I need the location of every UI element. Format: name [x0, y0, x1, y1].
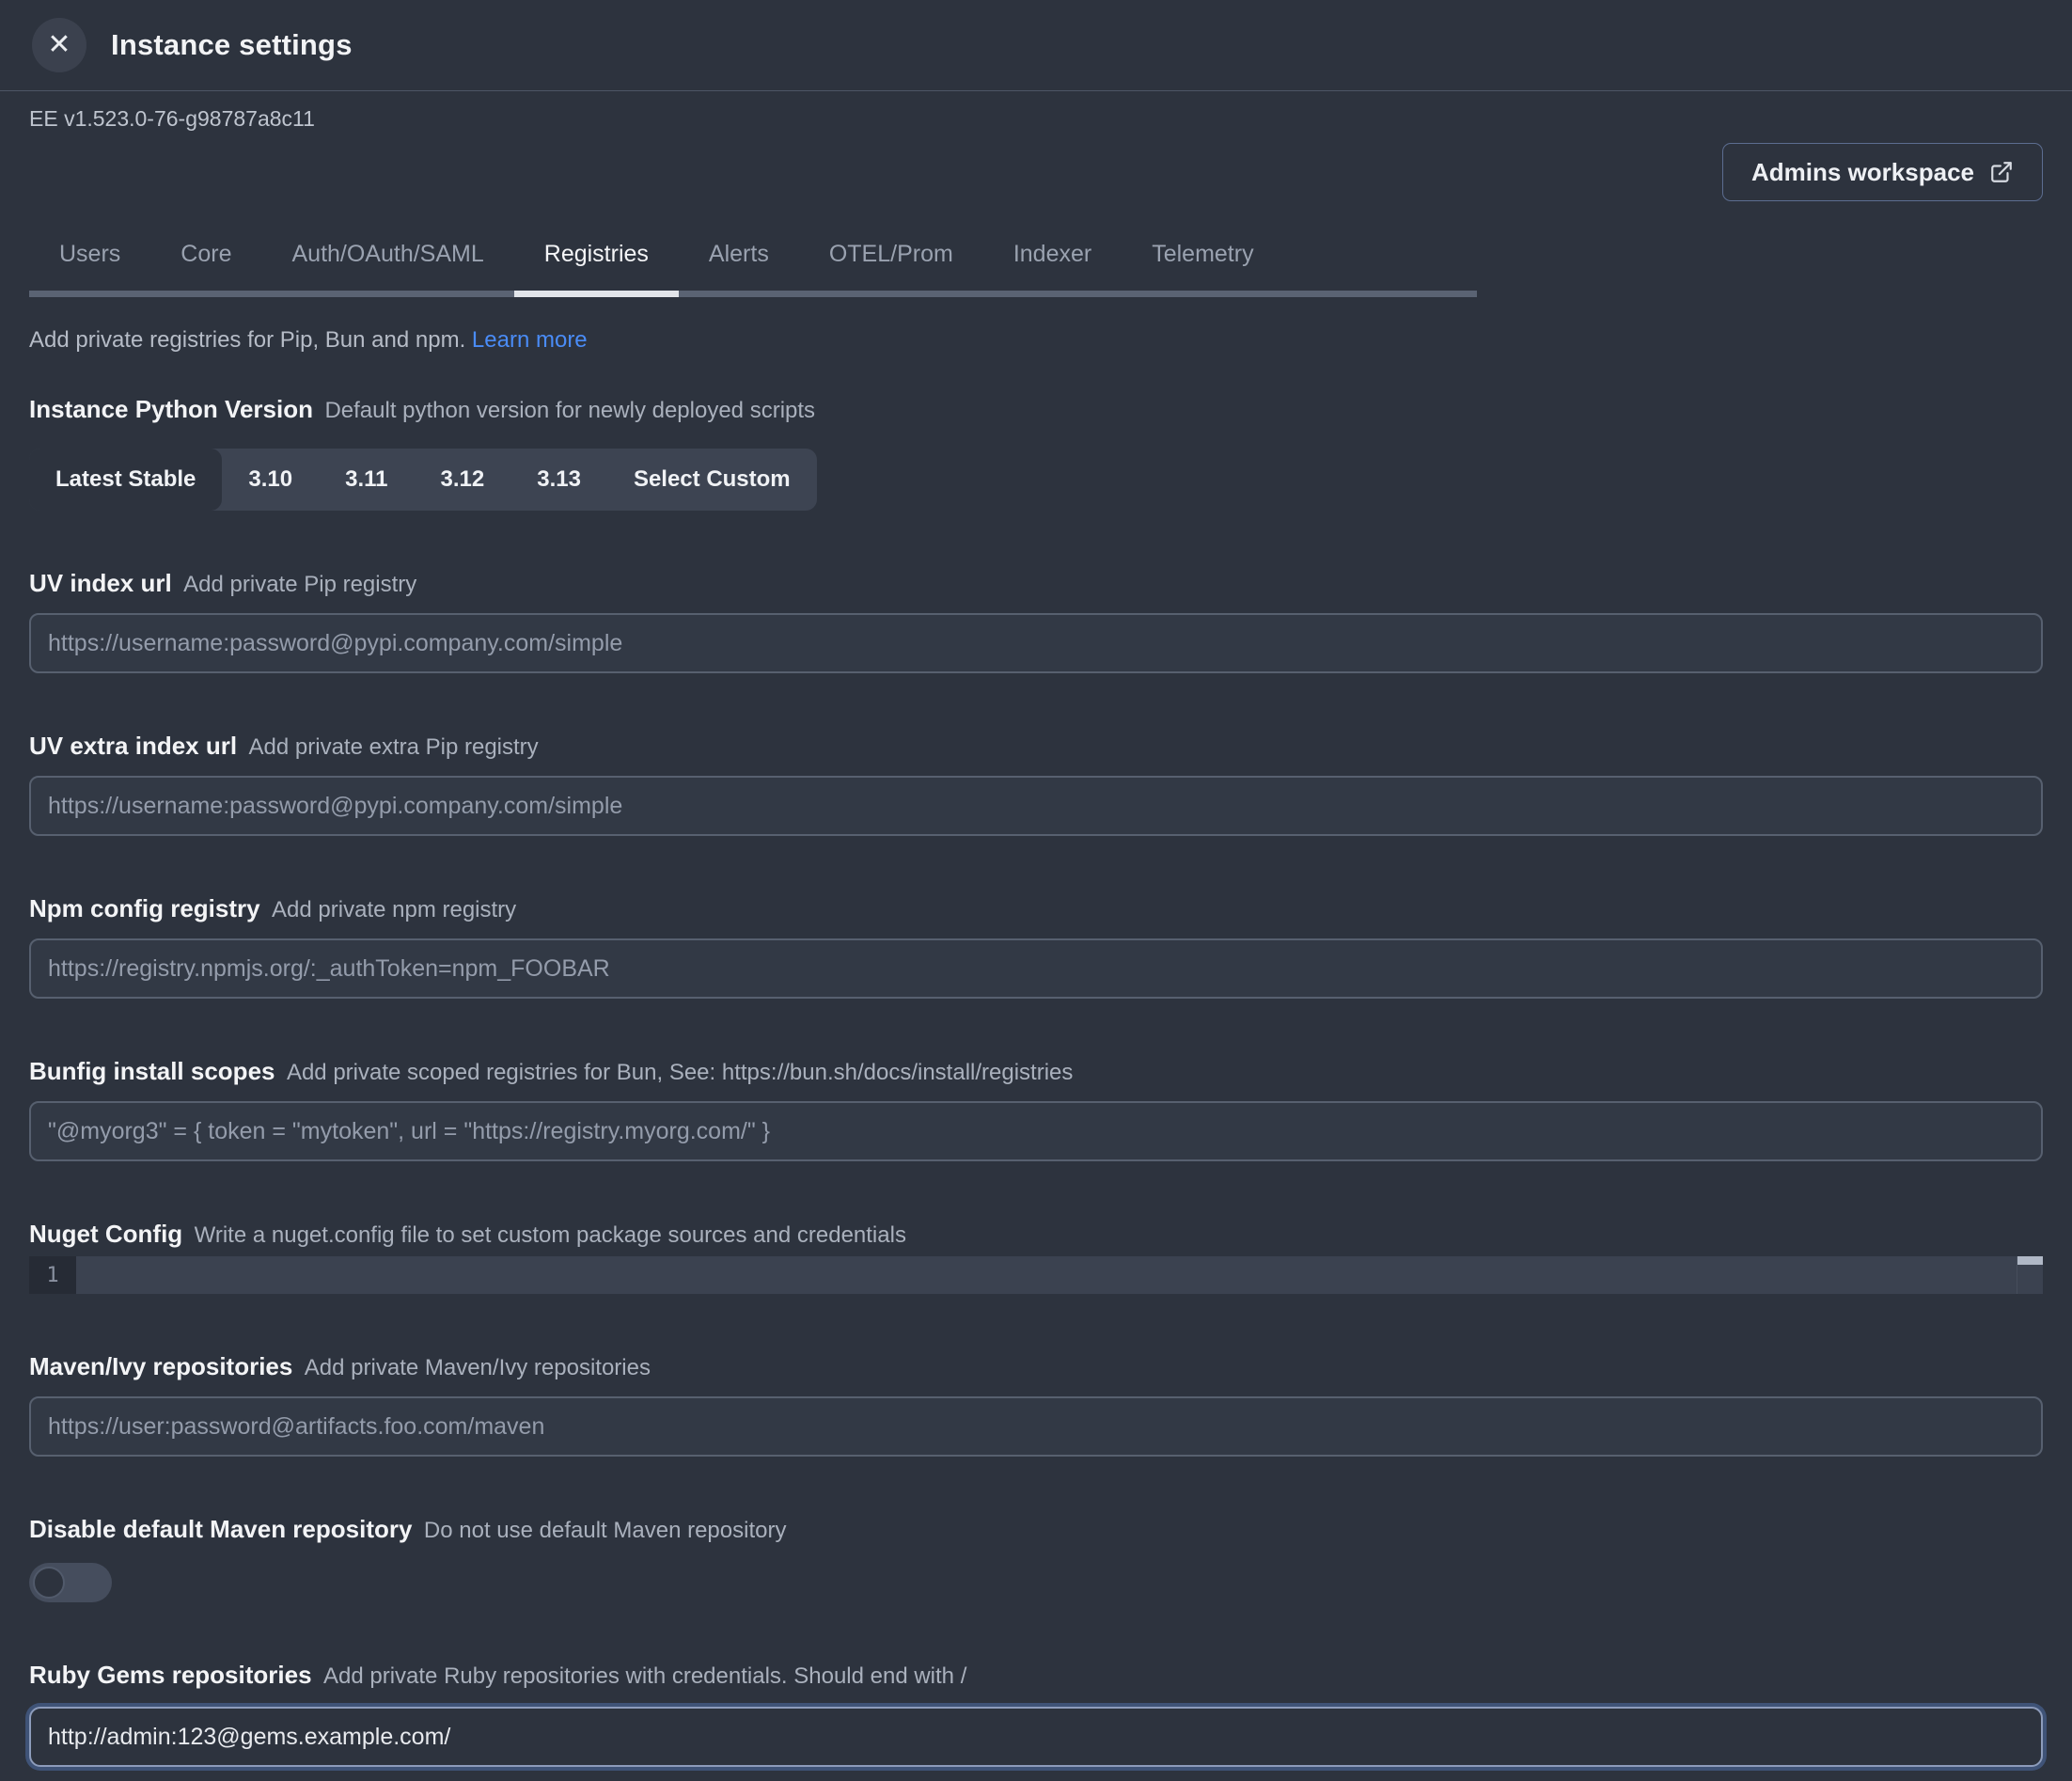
ruby-gems-section: Ruby Gems repositories Add private Ruby … — [29, 1661, 2043, 1767]
uv-index-url-label: UV index url — [29, 569, 172, 597]
disable-maven-description: Do not use default Maven repository — [424, 1518, 787, 1543]
nuget-config-section: Nuget Config Write a nuget.config file t… — [29, 1220, 2043, 1294]
python-version-segmented-control: Latest Stable 3.10 3.11 3.12 3.13 Select… — [29, 449, 817, 511]
tab-registries[interactable]: Registries — [514, 241, 679, 297]
tab-auth-oauth-saml[interactable]: Auth/OAuth/SAML — [261, 241, 513, 297]
uv-index-url-input[interactable] — [29, 613, 2043, 673]
editor-scrollbar-thumb[interactable] — [2017, 1256, 2043, 1265]
uv-extra-index-url-section: UV extra index url Add private extra Pip… — [29, 732, 2043, 836]
bunfig-install-scopes-label: Bunfig install scopes — [29, 1057, 275, 1085]
editor-line-content[interactable] — [76, 1256, 2017, 1294]
python-version-section: Instance Python Version Default python v… — [29, 395, 2043, 511]
editor-scrollbar[interactable] — [2017, 1256, 2043, 1294]
tab-users[interactable]: Users — [29, 241, 150, 297]
tab-core[interactable]: Core — [150, 241, 261, 297]
page-title: Instance settings — [111, 28, 353, 62]
close-button[interactable]: ✕ — [32, 18, 86, 72]
intro-text: Add private registries for Pip, Bun and … — [29, 327, 2043, 354]
bunfig-install-scopes-description: Add private scoped registries for Bun, S… — [287, 1060, 1073, 1085]
npm-config-registry-input[interactable] — [29, 938, 2043, 999]
ruby-gems-input[interactable] — [29, 1707, 2043, 1767]
clipped-heading: Windmill — [61, 91, 2043, 101]
uv-extra-index-url-label: UV extra index url — [29, 732, 237, 760]
disable-maven-toggle[interactable] — [29, 1563, 112, 1602]
nuget-config-description: Write a nuget.config file to set custom … — [195, 1222, 906, 1248]
settings-content: Windmill EE v1.523.0-76-g98787a8c11 Admi… — [0, 91, 2072, 1781]
uv-extra-index-url-input[interactable] — [29, 776, 2043, 836]
npm-config-registry-label: Npm config registry — [29, 894, 260, 922]
disable-maven-section: Disable default Maven repository Do not … — [29, 1515, 2043, 1602]
bunfig-install-scopes-input[interactable] — [29, 1101, 2043, 1161]
uv-index-url-description: Add private Pip registry — [183, 572, 416, 597]
tab-alerts[interactable]: Alerts — [679, 241, 799, 297]
maven-repositories-description: Add private Maven/Ivy repositories — [305, 1355, 651, 1380]
maven-repositories-label: Maven/Ivy repositories — [29, 1352, 292, 1380]
version-text: EE v1.523.0-76-g98787a8c11 — [29, 106, 2043, 132]
editor-line-number: 1 — [29, 1256, 76, 1294]
npm-config-registry-description: Add private npm registry — [272, 897, 516, 922]
npm-config-registry-section: Npm config registry Add private npm regi… — [29, 894, 2043, 999]
python-option-3-10[interactable]: 3.10 — [222, 449, 319, 511]
admins-workspace-label: Admins workspace — [1751, 158, 1974, 187]
ruby-gems-label: Ruby Gems repositories — [29, 1661, 312, 1689]
python-version-description: Default python version for newly deploye… — [324, 398, 815, 423]
toggle-knob — [33, 1567, 65, 1599]
maven-repositories-input[interactable] — [29, 1396, 2043, 1457]
uv-index-url-section: UV index url Add private Pip registry — [29, 569, 2043, 673]
tab-indexer[interactable]: Indexer — [983, 241, 1122, 297]
ruby-gems-description: Add private Ruby repositories with crede… — [323, 1663, 966, 1689]
tab-telemetry[interactable]: Telemetry — [1122, 241, 1283, 297]
admins-workspace-button[interactable]: Admins workspace — [1722, 143, 2043, 201]
nuget-config-label: Nuget Config — [29, 1220, 182, 1248]
python-version-header: Instance Python Version Default python v… — [29, 395, 2043, 424]
bunfig-install-scopes-section: Bunfig install scopes Add private scoped… — [29, 1057, 2043, 1161]
python-option-3-12[interactable]: 3.12 — [415, 449, 511, 511]
modal-header: ✕ Instance settings — [0, 0, 2072, 91]
uv-extra-index-url-description: Add private extra Pip registry — [249, 734, 539, 760]
learn-more-link[interactable]: Learn more — [472, 327, 588, 353]
python-option-latest-stable[interactable]: Latest Stable — [29, 449, 222, 511]
settings-tabs: Users Core Auth/OAuth/SAML Registries Al… — [29, 241, 1477, 297]
close-icon: ✕ — [47, 31, 71, 59]
disable-maven-label: Disable default Maven repository — [29, 1515, 412, 1543]
tab-otel-prom[interactable]: OTEL/Prom — [799, 241, 983, 297]
python-option-3-11[interactable]: 3.11 — [319, 449, 414, 511]
external-link-icon — [1989, 160, 2014, 184]
nuget-config-editor[interactable]: 1 — [29, 1256, 2043, 1294]
python-version-label: Instance Python Version — [29, 395, 313, 423]
workspace-row: Admins workspace — [29, 143, 2043, 201]
python-option-select-custom[interactable]: Select Custom — [607, 449, 817, 511]
maven-repositories-section: Maven/Ivy repositories Add private Maven… — [29, 1352, 2043, 1457]
python-option-3-13[interactable]: 3.13 — [510, 449, 607, 511]
